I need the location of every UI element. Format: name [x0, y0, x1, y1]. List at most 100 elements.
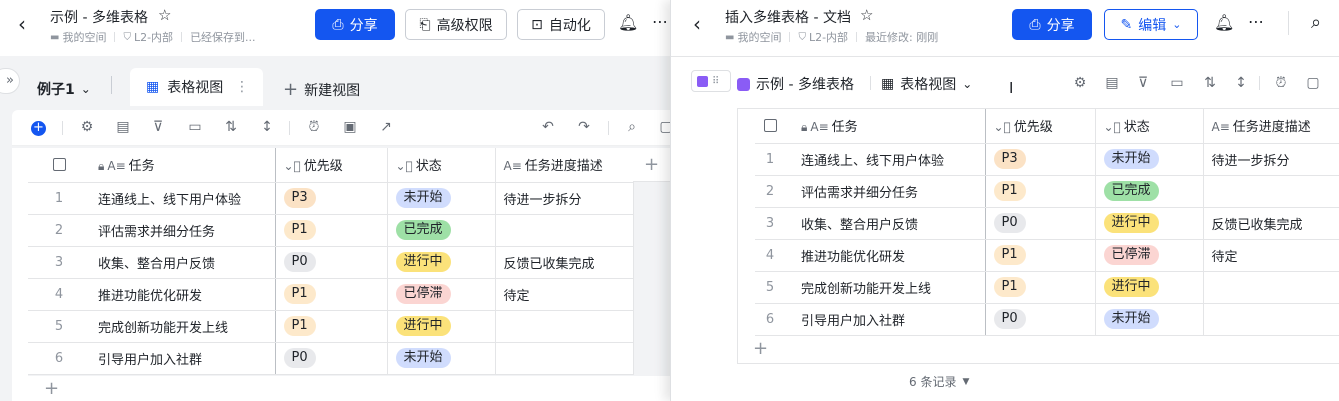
priority-cell[interactable]: P1: [275, 214, 388, 247]
table-row[interactable]: 3 收集、整合用户反馈 P0 进行中 反馈已收集完成: [755, 207, 1339, 240]
column-header-status[interactable]: ⌄⃝ 状态: [1095, 109, 1204, 144]
bell-icon[interactable]: 🔔︎: [618, 13, 638, 32]
group-icon[interactable]: ▭: [186, 119, 204, 135]
task-cell[interactable]: 收集、整合用户反馈: [90, 246, 276, 279]
star-icon[interactable]: ☆: [860, 6, 873, 24]
priority-cell[interactable]: P0: [985, 303, 1096, 336]
block-handle[interactable]: ⠿: [691, 70, 731, 92]
security-level[interactable]: L2-内部: [809, 29, 848, 45]
add-record-icon[interactable]: +: [31, 121, 46, 136]
sort-icon[interactable]: ⇅: [222, 119, 240, 135]
table-row[interactable]: 4 推进功能优化研发 P1 已停滞 待定: [28, 278, 634, 311]
task-cell[interactable]: 评估需求并细分任务: [90, 214, 276, 247]
form-icon[interactable]: ▤: [114, 119, 132, 135]
desc-cell[interactable]: [495, 310, 634, 343]
priority-cell[interactable]: P0: [985, 207, 1096, 240]
task-cell[interactable]: 引导用户加入社群: [90, 342, 276, 375]
priority-cell[interactable]: P1: [275, 278, 388, 311]
task-cell[interactable]: 推进功能优化研发: [90, 278, 276, 311]
desc-cell[interactable]: 待定: [1203, 239, 1339, 272]
add-column-button[interactable]: +: [633, 148, 670, 182]
task-cell[interactable]: 完成创新功能开发上线: [90, 310, 276, 343]
status-cell[interactable]: 未开始: [387, 182, 496, 215]
priority-cell[interactable]: P0: [275, 246, 388, 279]
desc-cell[interactable]: [1203, 175, 1339, 208]
status-cell[interactable]: 进行中: [387, 310, 496, 343]
share-view-icon[interactable]: ↗: [377, 119, 395, 135]
task-cell[interactable]: 评估需求并细分任务: [785, 175, 986, 208]
automation-button[interactable]: ⊡ 自动化: [517, 9, 605, 40]
table-row[interactable]: 2 评估需求并细分任务 P1 已完成: [28, 214, 634, 247]
embed-bitable-name[interactable]: 示例 - 多维表格: [737, 74, 854, 94]
column-header-task[interactable]: 🔒︎ A≡ 任务: [785, 109, 986, 144]
redo-icon[interactable]: ↷: [575, 119, 593, 135]
row-height-icon[interactable]: ↕: [258, 119, 276, 135]
table-row[interactable]: 6 引导用户加入社群 P0 未开始: [755, 303, 1339, 336]
priority-cell[interactable]: P3: [985, 143, 1096, 176]
priority-cell[interactable]: P1: [985, 239, 1096, 272]
expand-icon[interactable]: »: [0, 68, 20, 94]
undo-icon[interactable]: ↶: [539, 119, 557, 135]
status-cell[interactable]: 进行中: [387, 246, 496, 279]
table-row[interactable]: 5 完成创新功能开发上线 P1 进行中: [28, 310, 634, 343]
priority-cell[interactable]: P1: [985, 271, 1096, 304]
breadcrumb-space[interactable]: 我的空间: [62, 29, 106, 45]
desc-cell[interactable]: 反馈已收集完成: [1203, 207, 1339, 240]
task-cell[interactable]: 完成创新功能开发上线: [785, 271, 986, 304]
search-icon[interactable]: ⌕: [1306, 12, 1326, 33]
comment-icon[interactable]: ▢: [1304, 75, 1322, 91]
embed-view-selector[interactable]: ▦ 表格视图 ⌄: [881, 74, 972, 94]
status-cell[interactable]: 已完成: [1095, 175, 1204, 208]
table-row[interactable]: 1 连通线上、线下用户体验 P3 未开始 待进一步拆分: [755, 143, 1339, 176]
status-cell[interactable]: 已停滞: [1095, 239, 1204, 272]
back-icon[interactable]: ‹: [12, 12, 32, 36]
table-row[interactable]: 1 连通线上、线下用户体验 P3 未开始 待进一步拆分: [28, 182, 634, 215]
column-header-status[interactable]: ⌄⃝ 状态: [387, 148, 496, 183]
desc-cell[interactable]: 待进一步拆分: [495, 182, 634, 215]
bell-icon[interactable]: 🔔︎: [1214, 13, 1234, 32]
task-cell[interactable]: 连通线上、线下用户体验: [785, 143, 986, 176]
search-icon[interactable]: ⌕: [623, 119, 641, 135]
filter-icon[interactable]: ⊽: [149, 119, 167, 135]
table-row[interactable]: 5 完成创新功能开发上线 P1 进行中: [755, 271, 1339, 304]
priority-cell[interactable]: P1: [275, 310, 388, 343]
status-cell[interactable]: 未开始: [387, 342, 496, 375]
status-cell[interactable]: 进行中: [1095, 207, 1204, 240]
desc-cell[interactable]: [1203, 303, 1339, 336]
status-cell[interactable]: 已停滞: [387, 278, 496, 311]
comment-panel-icon[interactable]: ▢: [657, 119, 670, 135]
table-row[interactable]: 4 推进功能优化研发 P1 已停滞 待定: [755, 239, 1339, 272]
security-level[interactable]: L2-内部: [134, 29, 173, 45]
group-icon[interactable]: ▭: [1168, 75, 1186, 91]
table-selector[interactable]: 例子1 ⌄: [37, 79, 91, 99]
settings-icon[interactable]: ⚙: [78, 119, 96, 135]
status-cell[interactable]: 未开始: [1095, 303, 1204, 336]
task-cell[interactable]: 推进功能优化研发: [785, 239, 986, 272]
column-header-task[interactable]: 🔒︎ A≡ 任务: [90, 148, 276, 183]
status-cell[interactable]: 已完成: [387, 214, 496, 247]
add-row-button[interactable]: +: [44, 378, 59, 399]
task-cell[interactable]: 收集、整合用户反馈: [785, 207, 986, 240]
record-count[interactable]: 6 条记录 ▼: [909, 373, 969, 390]
column-header-priority[interactable]: ⌄⃝ 优先级: [985, 109, 1096, 144]
new-view-button[interactable]: + 新建视图: [283, 79, 360, 100]
status-cell[interactable]: 未开始: [1095, 143, 1204, 176]
table-row[interactable]: 3 收集、整合用户反馈 P0 进行中 反馈已收集完成: [28, 246, 634, 279]
task-cell[interactable]: 连通线上、线下用户体验: [90, 182, 276, 215]
column-header-description[interactable]: A≡ 任务进度描述: [1203, 109, 1339, 144]
column-header-priority[interactable]: ⌄⃝ 优先级: [275, 148, 388, 183]
select-all-checkbox[interactable]: [755, 109, 785, 144]
more-icon[interactable]: ⋯: [650, 12, 670, 31]
sort-icon[interactable]: ⇅: [1201, 75, 1219, 91]
filter-icon[interactable]: ⊽: [1134, 75, 1152, 91]
priority-cell[interactable]: P1: [985, 175, 1096, 208]
breadcrumb-space[interactable]: 我的空间: [737, 29, 781, 45]
share-button[interactable]: ⎙ 分享: [1012, 9, 1092, 40]
star-icon[interactable]: ☆: [158, 6, 171, 24]
desc-cell[interactable]: [495, 214, 634, 247]
back-icon[interactable]: ‹: [687, 12, 707, 36]
task-cell[interactable]: 引导用户加入社群: [785, 303, 986, 336]
desc-cell[interactable]: [1203, 271, 1339, 304]
form-icon[interactable]: ▤: [1103, 75, 1121, 91]
priority-cell[interactable]: P0: [275, 342, 388, 375]
